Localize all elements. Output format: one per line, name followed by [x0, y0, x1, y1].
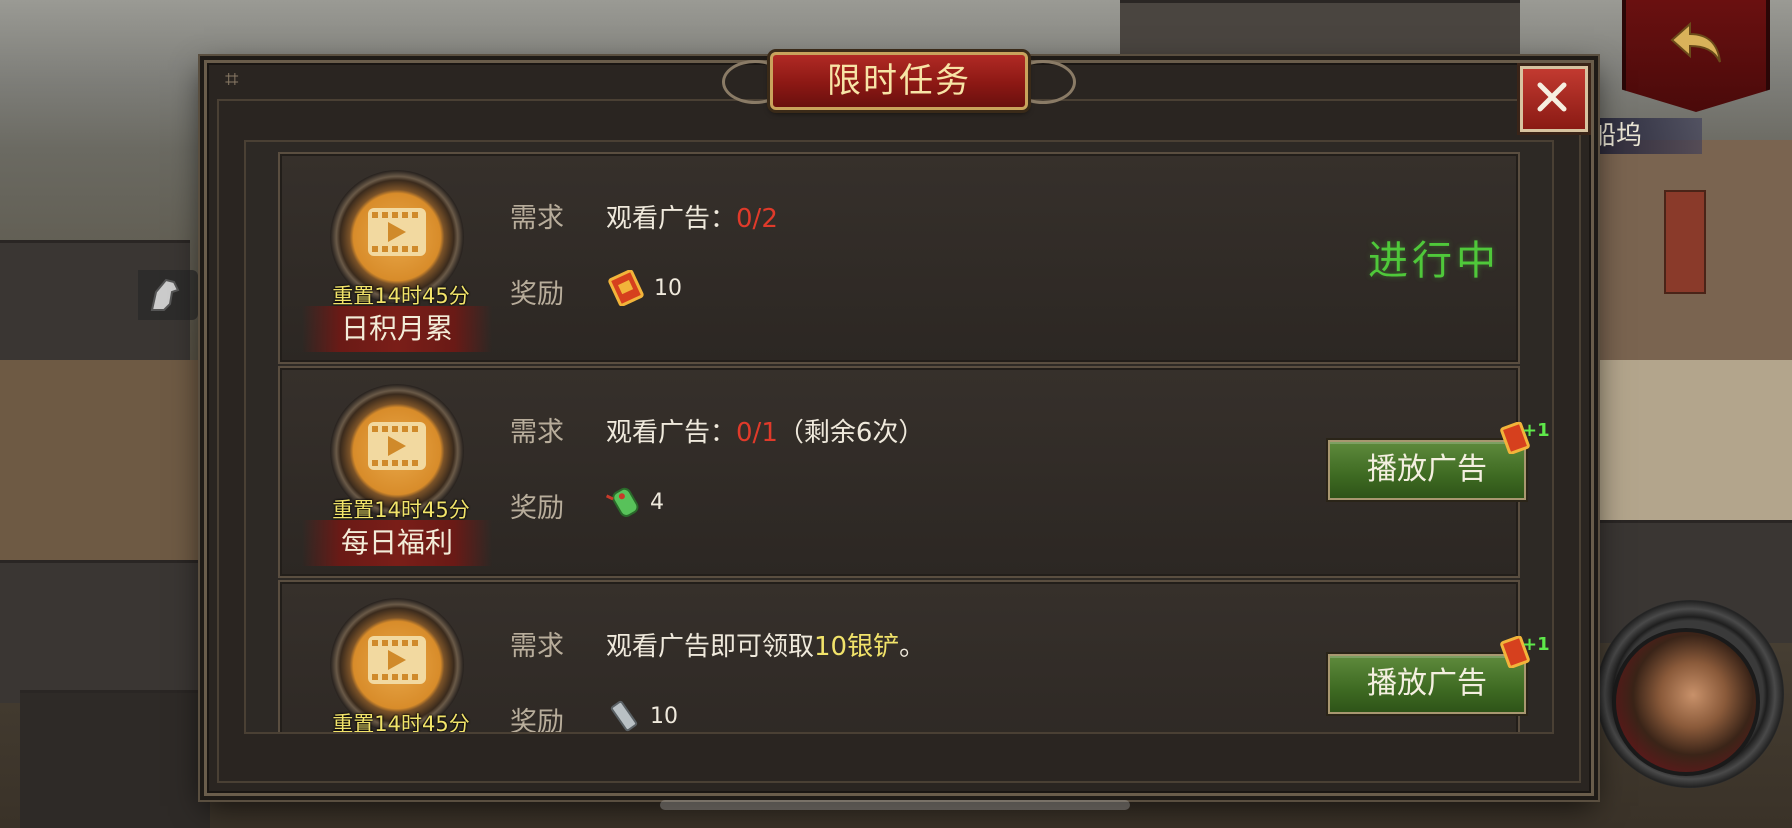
- reward-value: 10: [606, 270, 682, 306]
- reward-label: 奖励: [510, 279, 564, 310]
- film-icon: [368, 422, 426, 470]
- badge-count: +1: [1522, 634, 1550, 655]
- corner-ornament-icon: ⌗: [225, 65, 239, 93]
- silver-shovel-icon: [610, 700, 638, 732]
- requirement-value: 观看广告即可领取10银铲。: [606, 626, 925, 663]
- close-icon: [1537, 82, 1567, 112]
- close-button[interactable]: [1520, 66, 1588, 132]
- reward-label: 奖励: [510, 493, 564, 524]
- back-arrow-icon: [1670, 21, 1721, 63]
- task-card: 重置14时45分 每日福利 需求 观看广告：0/1（剩余6次） 奖励 4 播放广…: [278, 366, 1550, 578]
- requirement-text: 观看广告：: [606, 418, 737, 448]
- reward-value: 10: [606, 698, 678, 732]
- back-button[interactable]: [1622, 0, 1770, 112]
- button-reward-badge: +1: [1500, 420, 1550, 458]
- in-progress-status: 进行中: [1368, 238, 1500, 284]
- play-ad-button[interactable]: 播放广告: [1328, 440, 1526, 500]
- reset-timer: 重置14时45分: [332, 712, 470, 734]
- requirement-value: 观看广告：0/1（剩余6次）: [606, 412, 924, 449]
- reward-amount: 4: [650, 489, 664, 515]
- film-icon: [368, 208, 426, 256]
- task-name: 每日福利: [302, 520, 492, 566]
- dialog-title: 限时任务: [770, 52, 1028, 110]
- left-side-tab[interactable]: [138, 270, 198, 320]
- film-icon: [368, 636, 426, 684]
- requirement-prefix: 观看广告即可领取: [606, 632, 815, 662]
- dock-label[interactable]: 船坞: [1582, 118, 1702, 154]
- reward-amount: 10: [654, 275, 682, 301]
- requirement-suffix: 。: [899, 632, 926, 662]
- progress-count: 0/2: [736, 204, 778, 234]
- button-reward-badge: +1: [1500, 634, 1550, 672]
- reward-amount: 10: [650, 703, 678, 729]
- task-card: 重置14时45分 日积月累 需求 观看广告：0/2 奖励 10 进行中: [278, 152, 1520, 364]
- requirement-highlight: 10银铲: [814, 632, 900, 662]
- requirement-label: 需求: [510, 631, 564, 662]
- red-token-icon: [608, 270, 644, 306]
- requirement-label: 需求: [510, 203, 564, 234]
- reward-value: 4: [606, 484, 664, 520]
- requirement-label: 需求: [510, 417, 564, 448]
- task-list[interactable]: 重置14时45分 日积月累 需求 观看广告：0/2 奖励 10 进行中 重置14…: [244, 140, 1554, 734]
- avatar[interactable]: [1612, 628, 1760, 776]
- reward-label: 奖励: [510, 707, 564, 734]
- progress-count: 0/1: [736, 418, 778, 448]
- task-name: 日积月累: [302, 306, 492, 352]
- green-jade-icon: [606, 487, 639, 517]
- home-indicator: [660, 800, 1130, 810]
- task-card: 重置14时45分 需求 观看广告即可领取10银铲。 奖励 10 播放广告 +1: [278, 580, 1550, 734]
- horse-icon: [150, 278, 180, 311]
- requirement-value: 观看广告：0/2: [606, 198, 778, 235]
- remaining-count: （剩余6次）: [777, 418, 925, 448]
- play-ad-button[interactable]: 播放广告: [1328, 654, 1526, 714]
- badge-count: +1: [1522, 420, 1550, 441]
- requirement-text: 观看广告：: [606, 204, 737, 234]
